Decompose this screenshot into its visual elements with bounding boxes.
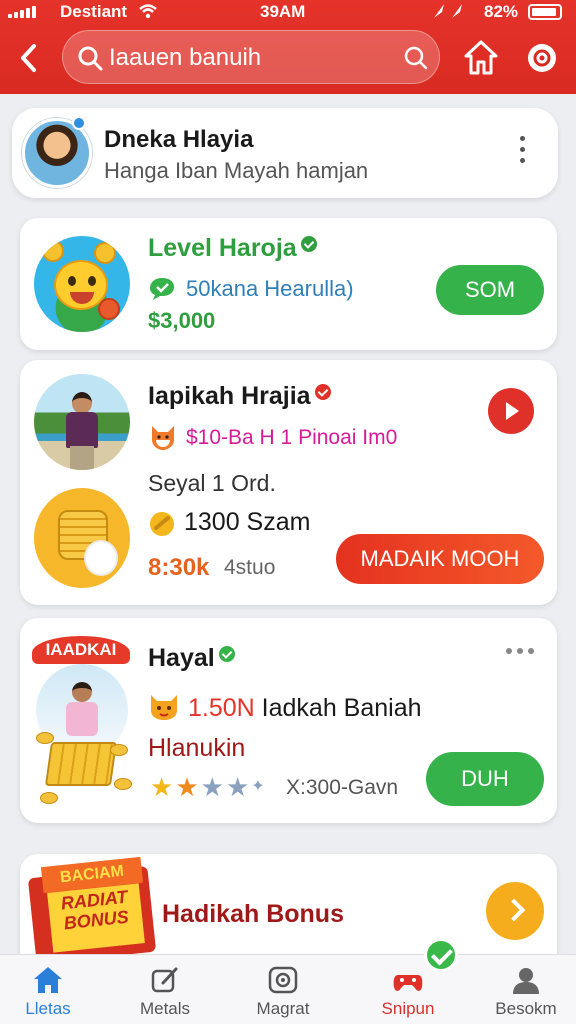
prize-amount: 1.50N (188, 694, 255, 722)
fox-icon (152, 426, 174, 450)
nav-item-metals[interactable]: Metals (117, 955, 213, 1024)
redeem-button[interactable]: MADAIK MOOH (336, 534, 544, 584)
nav-label: Besokm (495, 999, 557, 1018)
bottom-nav: Lletas Metals Magrat Snipun Besokm (0, 954, 576, 1024)
reward-amount: 8:30k (148, 554, 210, 581)
signal-icon (8, 6, 36, 18)
reward-detail: $10-Ba H 1 Pinoai Im0 (186, 426, 398, 449)
bonus-box-label: RADIAT BONUS (47, 883, 145, 953)
back-button[interactable] (14, 40, 44, 76)
search-input[interactable]: Iaauen banuih (62, 30, 440, 84)
profile-card[interactable]: Dneka Hlayia Hanga Iban Mayah hamjan (12, 108, 558, 198)
reward-title: Iapikah Hrajia (148, 382, 331, 411)
app-header: Destiant 39AM 82% Iaauen banuih (0, 0, 576, 94)
search-text: Iaauen banuih (109, 44, 262, 71)
mascot-image (34, 236, 130, 332)
prize-line: 1.50N Iadkah Baniah (188, 694, 422, 723)
level-title: Level Haroja (148, 234, 317, 263)
cat-icon (151, 695, 177, 720)
bonus-title: Hadikah Bonus (162, 900, 344, 928)
status-bar: Destiant 39AM 82% (0, 0, 576, 24)
carrier-label: Destiant (60, 2, 128, 21)
prize-promo-image: IAADKAI (30, 632, 134, 810)
star-small-icon: ✦ (251, 778, 265, 795)
online-indicator (72, 116, 86, 130)
clock-label: 39AM (260, 2, 306, 21)
location-icon (432, 2, 466, 24)
battery-percent: 82% (484, 2, 519, 21)
verified-icon (300, 236, 317, 252)
battery-icon (528, 4, 562, 20)
prize-card[interactable]: IAADKAI Hayal 1.50N Iadkah Baniah Hlanuk… (20, 618, 557, 823)
search-icon (78, 46, 103, 71)
nav-item-magrat[interactable]: Magrat (235, 955, 331, 1024)
star-icon: ★ (175, 772, 199, 802)
prize-title: Hayal (148, 644, 235, 673)
nav-label: Magrat (256, 999, 310, 1018)
wifi-icon (138, 2, 158, 25)
nav-label: Metals (139, 999, 191, 1018)
prize-title-text: Hayal (148, 644, 215, 672)
level-card[interactable]: Level Haroja 50kana Hearulla) $3,000 SOM (20, 218, 557, 350)
star-icon: ★ (225, 772, 250, 802)
level-amount: $3,000 (148, 308, 216, 333)
more-vertical-icon[interactable] (514, 136, 530, 170)
home-icon (34, 967, 62, 993)
reward-card[interactable]: Iapikah Hrajia $10-Ba H 1 Pinoai Im0 Sey… (20, 360, 557, 605)
nav-label: Lletas (25, 999, 71, 1018)
more-horizontal-icon[interactable] (506, 648, 534, 654)
rating-text: X:300-Gavn (286, 776, 399, 799)
bonus-box-image: BACIAM RADIAT BONUS (27, 856, 158, 965)
reward-amount-suffix: 4stuo (224, 556, 276, 579)
chevron-left-icon (21, 44, 36, 72)
prize-sub: Hlanukin (148, 734, 246, 762)
medal-icon (150, 512, 174, 536)
star-icon: ★ (200, 772, 224, 802)
level-action-button[interactable]: SOM (436, 265, 544, 315)
level-title-text: Level Haroja (148, 234, 297, 262)
reward-title-text: Iapikah Hrajia (148, 382, 311, 410)
coin-pile-image (34, 488, 130, 588)
reward-sub: Seyal 1 Ord. (148, 470, 276, 496)
rating-stars: ★ ★ ★ ★ ✦ (150, 774, 265, 800)
home-icon[interactable] (462, 38, 500, 78)
nav-item-profile[interactable]: Besokm (478, 955, 574, 1024)
play-button[interactable] (488, 388, 534, 434)
prize-text: Iadkah Baniah (261, 694, 422, 722)
verified-icon (218, 646, 235, 662)
profile-icon (513, 968, 539, 994)
nav-label: Snipun (381, 999, 435, 1018)
nav-item-home[interactable]: Lletas (0, 955, 96, 1024)
settings-icon[interactable] (524, 40, 560, 76)
verified-icon (314, 384, 331, 400)
claim-button[interactable]: DUH (426, 752, 544, 806)
coin-count: 1300 Szam (184, 508, 311, 536)
chat-icon (150, 278, 174, 300)
level-detail: 50kana Hearulla) (186, 276, 354, 301)
check-badge-icon (424, 938, 458, 972)
prize-ribbon: IAADKAI (32, 636, 130, 664)
user-photo (34, 374, 130, 470)
profile-subtitle: Hanga Iban Mayah hamjan (104, 158, 369, 183)
edit-icon (151, 967, 178, 993)
search-submit-icon[interactable] (403, 45, 429, 71)
next-button[interactable] (486, 882, 544, 940)
profile-name: Dneka Hlayia (104, 126, 254, 153)
star-icon: ★ (150, 772, 174, 802)
camera-icon (268, 966, 298, 994)
gamepad-icon (393, 975, 423, 991)
